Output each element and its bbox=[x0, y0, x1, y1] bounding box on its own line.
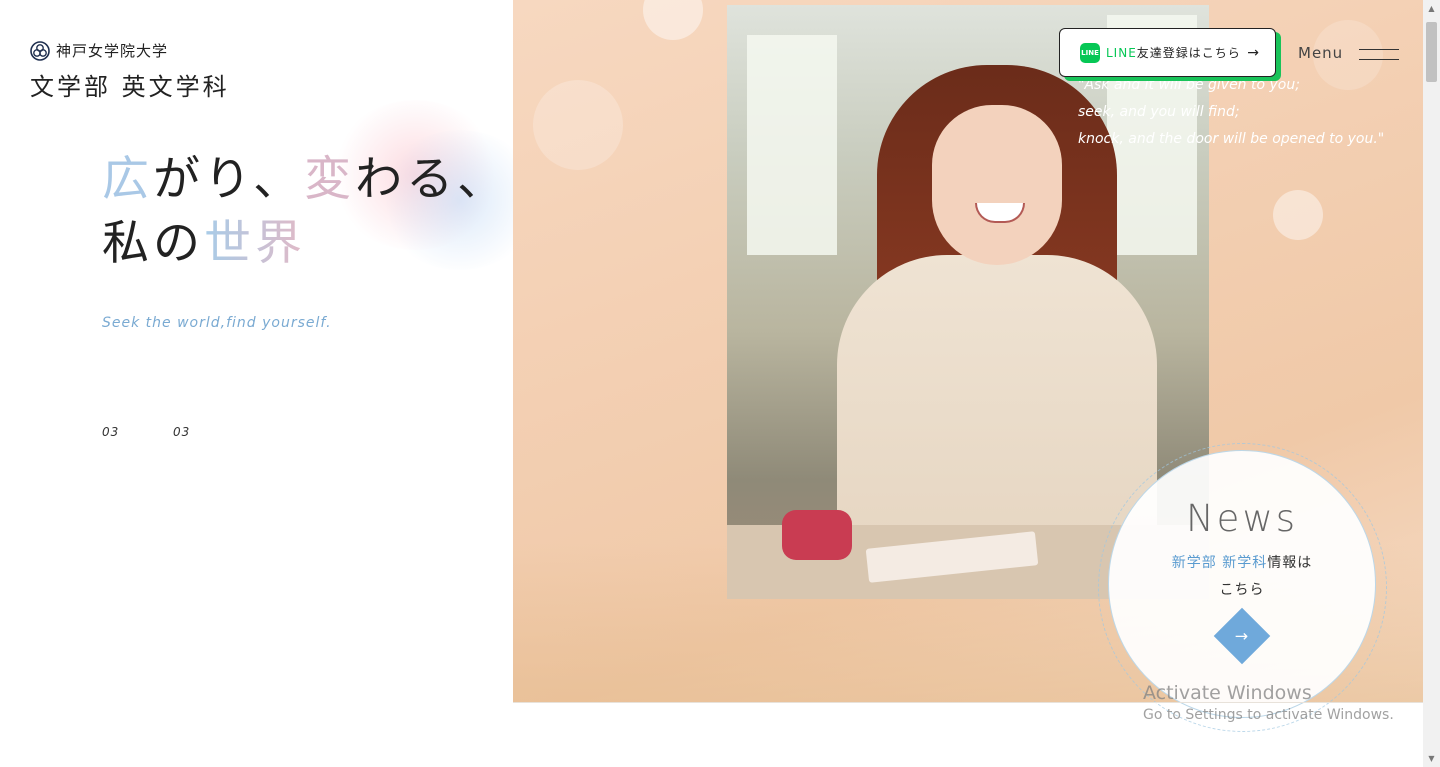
headline-text: 私の bbox=[102, 216, 204, 271]
windows-activation-title: Activate Windows bbox=[1143, 682, 1312, 704]
quote-line: seek, and you will find; bbox=[1078, 104, 1240, 120]
slide-counter-current: 03 bbox=[102, 425, 120, 439]
line-app-icon: LINE bbox=[1080, 42, 1100, 63]
bokeh-light bbox=[533, 80, 623, 170]
headline-line-1: 広がり、変わる、 bbox=[102, 148, 508, 212]
news-sub-faculty: 新学部 bbox=[1171, 555, 1217, 571]
scroll-thumb[interactable] bbox=[1426, 22, 1437, 82]
scroll-down-arrow-icon[interactable]: ▼ bbox=[1423, 750, 1440, 767]
quote-line: knock, and the door will be opened to yo… bbox=[1078, 131, 1385, 147]
news-subtitle: 新学部 新学科情報は こちら bbox=[1109, 550, 1375, 604]
menu-button[interactable]: Menu bbox=[1298, 44, 1400, 62]
bokeh-light bbox=[1273, 190, 1323, 240]
site-logo[interactable]: 神戸女学院大学 文学部 英文学科 bbox=[30, 40, 230, 102]
news-sub-department: 新学科 bbox=[1222, 555, 1268, 571]
scroll-up-arrow-icon[interactable]: ▲ bbox=[1423, 0, 1440, 17]
headline-char: 変 bbox=[304, 152, 356, 207]
headline-char: る、 bbox=[406, 152, 509, 207]
logo-top-row: 神戸女学院大学 bbox=[30, 40, 230, 61]
university-crest-icon bbox=[30, 40, 50, 61]
bokeh-light bbox=[643, 0, 703, 40]
headline-char: わ bbox=[355, 152, 407, 207]
logo-department-name: 文学部 英文学科 bbox=[30, 73, 230, 101]
windows-activation-subtitle: Go to Settings to activate Windows. bbox=[1143, 707, 1394, 723]
hero-tagline: Seek the world,find yourself. bbox=[102, 315, 332, 331]
news-sub-line2: こちら bbox=[1219, 582, 1265, 598]
hamburger-icon bbox=[1359, 46, 1400, 60]
page-scrollbar[interactable]: ▲ ▼ bbox=[1423, 0, 1440, 767]
headline-char: り、 bbox=[204, 152, 305, 207]
logo-university-name: 神戸女学院大学 bbox=[56, 42, 169, 60]
headline-line-2: 私の世界 bbox=[102, 212, 508, 276]
news-sub-text: 情報は bbox=[1267, 555, 1313, 571]
pencil-pouch bbox=[782, 510, 852, 560]
line-label-brand: LINE bbox=[1106, 46, 1137, 60]
arrow-right-icon: → bbox=[1247, 44, 1259, 61]
hero-headline: 広がり、変わる、 私の世界 bbox=[102, 148, 508, 276]
slide-counter-total: 03 bbox=[173, 425, 191, 439]
line-label-text: 友達登録はこちら bbox=[1136, 46, 1241, 60]
menu-label: Menu bbox=[1298, 44, 1344, 62]
news-title: News bbox=[1186, 497, 1298, 540]
headline-char: 広 bbox=[102, 152, 153, 207]
headline-highlight: 世界 bbox=[204, 216, 306, 271]
line-friend-button[interactable]: LINE LINE友達登録はこちら → bbox=[1059, 28, 1276, 77]
line-button-label: LINE友達登録はこちら bbox=[1106, 44, 1241, 61]
news-circle[interactable]: News 新学部 新学科情報は こちら → bbox=[1108, 450, 1376, 718]
student-face bbox=[932, 105, 1062, 265]
arrow-right-icon: → bbox=[1235, 626, 1249, 646]
news-arrow-button[interactable]: → bbox=[1213, 607, 1271, 665]
window-pane bbox=[747, 35, 837, 255]
bible-quote: "Ask and it will be given to you; seek, … bbox=[1078, 72, 1384, 153]
headline-char: が bbox=[153, 152, 204, 207]
